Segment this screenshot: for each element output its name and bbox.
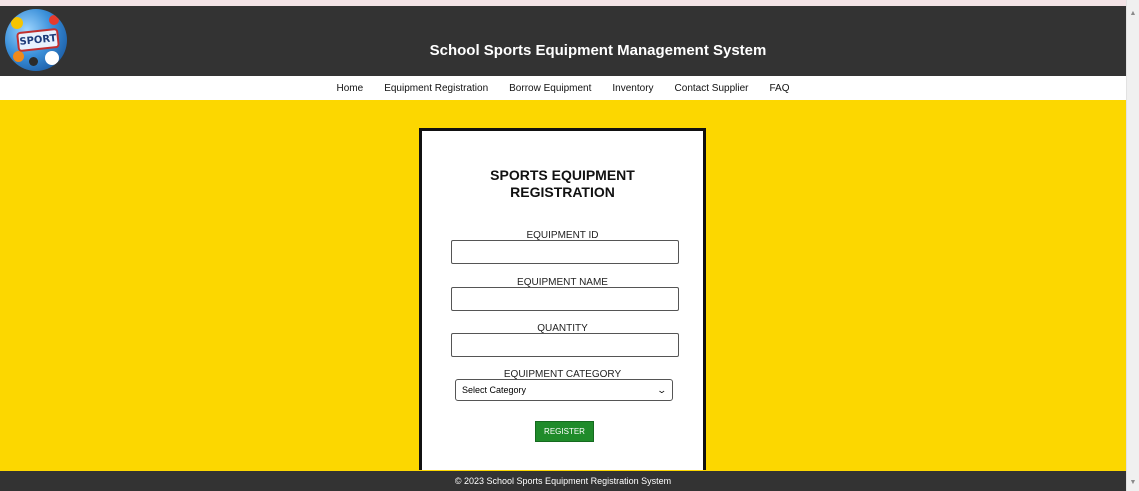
quantity-input[interactable] [451,333,679,357]
equipment-id-input[interactable] [451,240,679,264]
nav-item-home[interactable]: Home [337,83,364,94]
scroll-down-icon[interactable]: ▼ [1129,479,1137,487]
chevron-down-icon: ⌄ [656,384,668,395]
registration-form-card: SPORTS EQUIPMENT REGISTRATION EQUIPMENT … [419,128,706,470]
site-footer: © 2023 School Sports Equipment Registrat… [0,471,1126,491]
scroll-up-icon[interactable]: ▲ [1129,10,1137,18]
app-title: School Sports Equipment Management Syste… [429,42,767,59]
register-button[interactable]: REGISTER [535,421,594,442]
equipment-name-input[interactable] [451,287,679,311]
nav-item-inventory[interactable]: Inventory [612,83,653,94]
sport-logo[interactable]: SPORT [5,9,67,71]
equipment-category-select[interactable]: Select Category ⌄ [455,379,673,401]
page-scrollbar[interactable]: ▲ ▼ [1126,0,1139,491]
main-nav: Home Equipment Registration Borrow Equip… [0,76,1126,100]
category-selected-value: Select Category [462,385,527,395]
form-title-line1: SPORTS EQUIPMENT [490,167,635,183]
footer-copyright: © 2023 School Sports Equipment Registrat… [454,476,672,486]
nav-item-contact-supplier[interactable]: Contact Supplier [675,83,749,94]
main-content: SPORTS EQUIPMENT REGISTRATION EQUIPMENT … [0,100,1126,471]
form-title-line2: REGISTRATION [510,184,615,200]
nav-item-faq[interactable]: FAQ [769,83,789,94]
nav-item-borrow-equipment[interactable]: Borrow Equipment [509,83,591,94]
site-header: SPORT School Sports Equipment Management… [0,6,1126,76]
form-title: SPORTS EQUIPMENT REGISTRATION [422,167,703,201]
nav-item-equipment-registration[interactable]: Equipment Registration [384,83,488,94]
